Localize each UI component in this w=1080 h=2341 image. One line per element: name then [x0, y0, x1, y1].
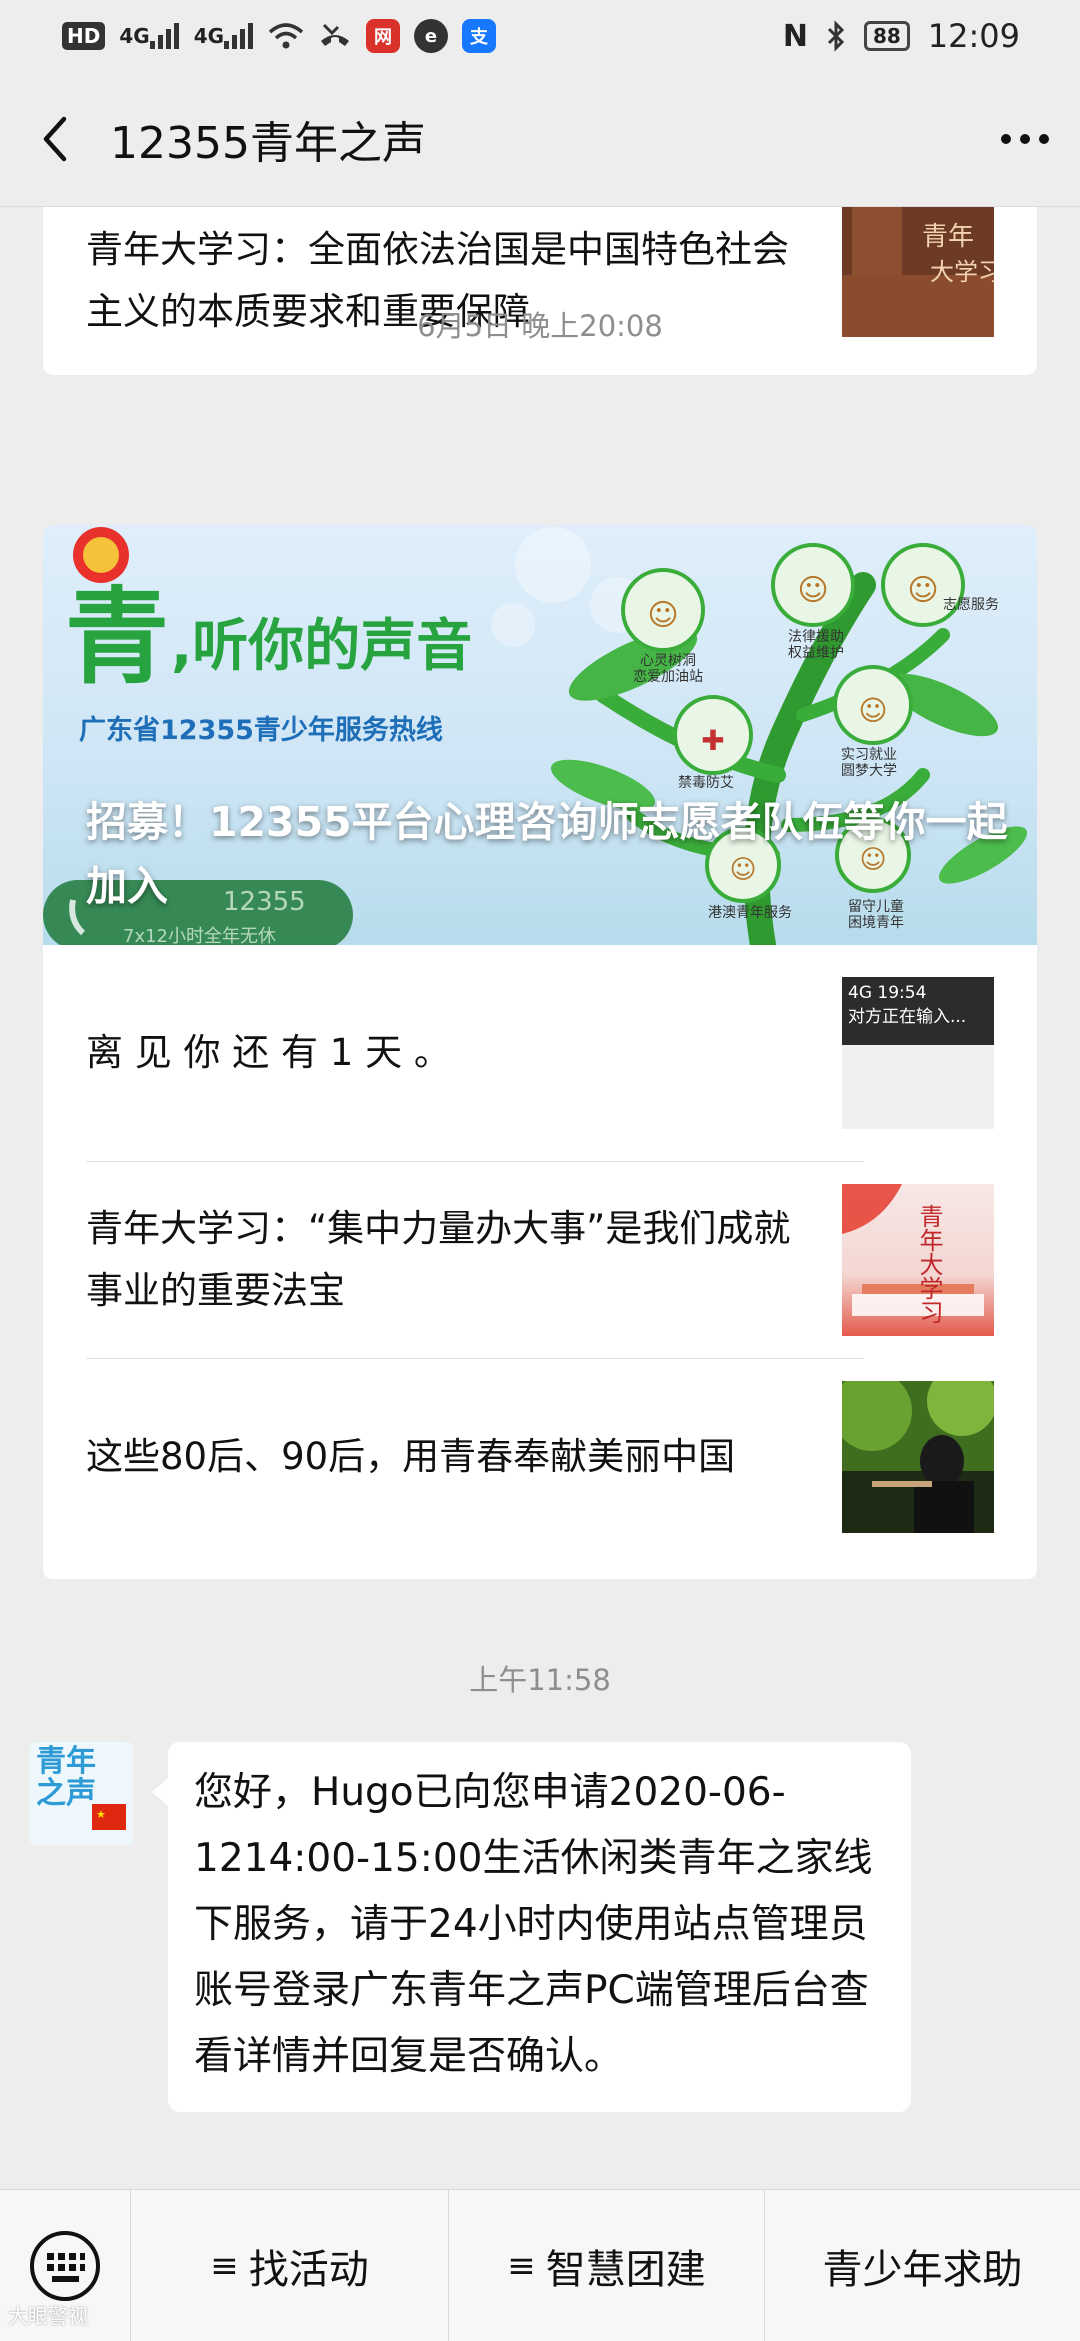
svg-text:青年: 青年 [922, 222, 974, 252]
svg-text:★: ★ [96, 1808, 106, 1821]
battery-icon: 88 [863, 21, 910, 51]
keyboard-icon [30, 2230, 100, 2301]
menu-tab-label: 找活动 [248, 2246, 369, 2293]
nfc-icon: N [782, 18, 808, 54]
avatar-flag-icon: ★ [92, 1804, 126, 1830]
article-title: 青年大学习：“集中力量办大事”是我们成就事业的重要法宝 [86, 1207, 791, 1312]
menu-tab-smart-league[interactable]: ≡ 智慧团建 [448, 2190, 764, 2341]
chat-header: 12355青年之声 [0, 72, 1080, 207]
status-right: N 88 12:09 [783, 17, 1020, 55]
wifi-icon [268, 23, 304, 49]
article-banner[interactable]: ☺ ☺ ☺ ✚ ☺ ☺ ☺ 青 ,听你的声音 广东省12355青少年服务热线 1… [43, 525, 1037, 945]
more-icon [1001, 134, 1049, 144]
banner-node-label: 志愿服务 [943, 597, 999, 613]
article-card-previous[interactable]: 青年大学习：全面依法治国是中国特色社会主义的本质要求和重要保障 青年 大学习 [43, 207, 1037, 375]
avatar[interactable]: 青年之声 ★ [30, 1742, 133, 1845]
banner-node-label: 实习就业 圆梦大学 [841, 747, 897, 779]
chat-content[interactable]: 青年大学习：全面依法治国是中国特色社会主义的本质要求和重要保障 青年 大学习 6… [0, 207, 1080, 2189]
menu-tab-find-activity[interactable]: ≡ 找活动 [130, 2190, 448, 2341]
page-title: 12355青年之声 [110, 118, 426, 169]
app-notification-icon: 网 [366, 19, 401, 53]
back-arrow-icon [43, 116, 67, 162]
watermark: 大眼警视 [8, 2304, 88, 2328]
signal-icon-2: 4G [194, 23, 254, 49]
timestamp: 上午11:58 [469, 1663, 611, 1697]
article-thumbnail: 青年大学习 [842, 1184, 994, 1336]
article-item[interactable]: 离 见 你 还 有 1 天 。 4G 19:54 对方正在输入... [43, 945, 1037, 1161]
missed-call-icon [321, 23, 350, 46]
banner-node-label: 心灵树洞 恋爱加油站 [633, 653, 703, 685]
banner-slogan: ,听你的声音 [171, 614, 473, 679]
hd-icon: HD [62, 22, 106, 50]
banner-node-label: 禁毒防艾 [678, 775, 734, 791]
network-label-2: 4G [193, 24, 225, 48]
status-left: HD 4G 4G 网 e 支 [62, 19, 497, 53]
network-label-1: 4G [119, 24, 150, 48]
banner-node-label: 法律援助 权益维护 [788, 629, 844, 661]
more-button[interactable] [970, 72, 1080, 207]
banner-slogan-main: 青 [65, 575, 170, 698]
message-bubble[interactable]: 您好，Hugo已向您申请2020-06-1214:00-15:00生活休闲类青年… [152, 1742, 911, 2112]
menu-tab-youth-help[interactable]: 青少年求助 [764, 2190, 1080, 2341]
svg-text:☺: ☺ [858, 694, 887, 727]
menu-lines-icon: ≡ [507, 2245, 536, 2286]
signal-bars-icon [224, 23, 254, 49]
thumbnail-caption: 青年大学习 [915, 1204, 943, 1324]
banner-hotline-text: 广东省12355青少年服务热线 [79, 715, 443, 746]
menu-tab-label: 青少年求助 [822, 2246, 1023, 2293]
article-title: 离 见 你 还 有 1 天 。 [86, 1031, 451, 1074]
thumbnail-caption: 4G 19:54 对方正在输入... [842, 977, 994, 1045]
article-thumbnail: 4G 19:54 对方正在输入... [842, 977, 994, 1129]
menu-lines-icon: ≡ [210, 2245, 239, 2286]
clock: 12:09 [927, 17, 1020, 55]
menu-bar: ≡ 找活动 ≡ 智慧团建 青少年求助 [0, 2189, 1080, 2341]
bluetooth-icon [827, 20, 845, 52]
signal-icon-1: 4G [119, 23, 179, 49]
message-text: 您好，Hugo已向您申请2020-06-1214:00-15:00生活休闲类青年… [194, 1770, 873, 2079]
article-thumbnail [842, 1381, 994, 1533]
status-bar: HD 4G 4G 网 e 支 N 88 12:09 [0, 0, 1080, 72]
svg-text:☺: ☺ [907, 573, 938, 608]
signal-bars-icon [149, 23, 179, 49]
article-item[interactable]: 这些80后、90后，用青春奉献美丽中国 [43, 1359, 1037, 1555]
article-title: 这些80后、90后，用青春奉献美丽中国 [86, 1435, 736, 1478]
menu-tab-label: 智慧团建 [545, 2246, 706, 2293]
alipay-icon: 支 [462, 19, 497, 53]
svg-text:☺: ☺ [647, 598, 678, 633]
back-button[interactable] [0, 72, 110, 207]
browser-icon: e [414, 19, 449, 53]
svg-text:大学习: 大学习 [930, 258, 994, 286]
article-item[interactable]: 青年大学习：“集中力量办大事”是我们成就事业的重要法宝 青年大学习 [43, 1162, 1037, 1358]
banner-phone-hours: 7x12小时全年无休 [123, 926, 277, 945]
banner-headline: 招募！12355平台心理咨询师志愿者队伍等你一起加入 [86, 798, 1008, 910]
svg-text:☺: ☺ [797, 573, 828, 608]
timestamp: 6月5日 晚上20:08 [417, 309, 663, 343]
svg-text:✚: ✚ [701, 724, 724, 757]
article-card[interactable]: ☺ ☺ ☺ ✚ ☺ ☺ ☺ 青 ,听你的声音 广东省12355青少年服务热线 1… [43, 525, 1037, 1579]
